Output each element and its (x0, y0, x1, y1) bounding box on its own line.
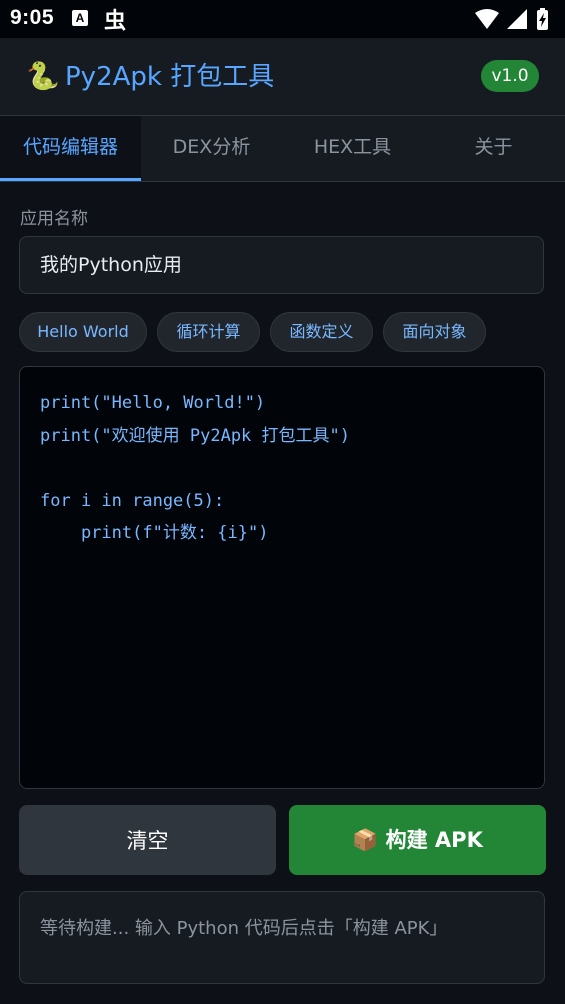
system-status-bar: 9:05 A 虫 (0, 0, 565, 38)
tab-about[interactable]: 关于 (423, 116, 564, 181)
template-hello-world-button[interactable]: Hello World (19, 312, 147, 352)
build-apk-button[interactable]: 📦 构建 APK (289, 805, 546, 875)
notification-icon-bug: 虫 (104, 9, 127, 34)
package-icon: 📦 (352, 828, 379, 852)
code-line: for i in range(5): (40, 490, 225, 511)
tab-code-editor[interactable]: 代码编辑器 (0, 116, 141, 181)
tab-dex-analysis[interactable]: DEX分析 (141, 116, 282, 181)
template-function-button[interactable]: 函数定义 (270, 312, 373, 352)
build-status-text: 等待构建... 输入 Python 代码后点击「构建 APK」 (40, 918, 448, 939)
app-header: 🐍 Py2Apk 打包工具 v1.0 (0, 38, 565, 116)
clear-button[interactable]: 清空 (19, 805, 276, 875)
app-name-input[interactable]: 我的Python应用 (19, 236, 544, 294)
app-name-label: 应用名称 (20, 209, 88, 229)
app-title: Py2Apk 打包工具 (65, 62, 275, 92)
template-oop-button[interactable]: 面向对象 (383, 312, 486, 352)
signal-icon (507, 9, 527, 29)
build-status-panel: 等待构建... 输入 Python 代码后点击「构建 APK」 (19, 891, 545, 984)
build-apk-label: 构建 APK (385, 828, 483, 852)
clear-button-label: 清空 (126, 829, 169, 853)
system-indicators (475, 8, 548, 30)
status-time: 9:05 (10, 6, 55, 29)
wifi-icon (475, 9, 499, 29)
template-loop-button[interactable]: 循环计算 (157, 312, 260, 352)
tab-bar: 代码编辑器 DEX分析 HEX工具 关于 (0, 116, 565, 182)
code-line: print("Hello, World!") (40, 393, 266, 413)
battery-icon (537, 8, 548, 30)
tab-hex-tool[interactable]: HEX工具 (282, 116, 423, 181)
code-editor[interactable]: print("Hello, World!") print("欢迎使用 Py2Apk… (19, 366, 545, 789)
version-badge: v1.0 (481, 60, 539, 92)
code-line: print(f"计数: {i}") (40, 523, 269, 543)
snake-logo-icon: 🐍 (26, 61, 60, 92)
notification-icon-a: A (72, 10, 88, 26)
code-line: print("欢迎使用 Py2Apk 打包工具") (40, 425, 350, 446)
